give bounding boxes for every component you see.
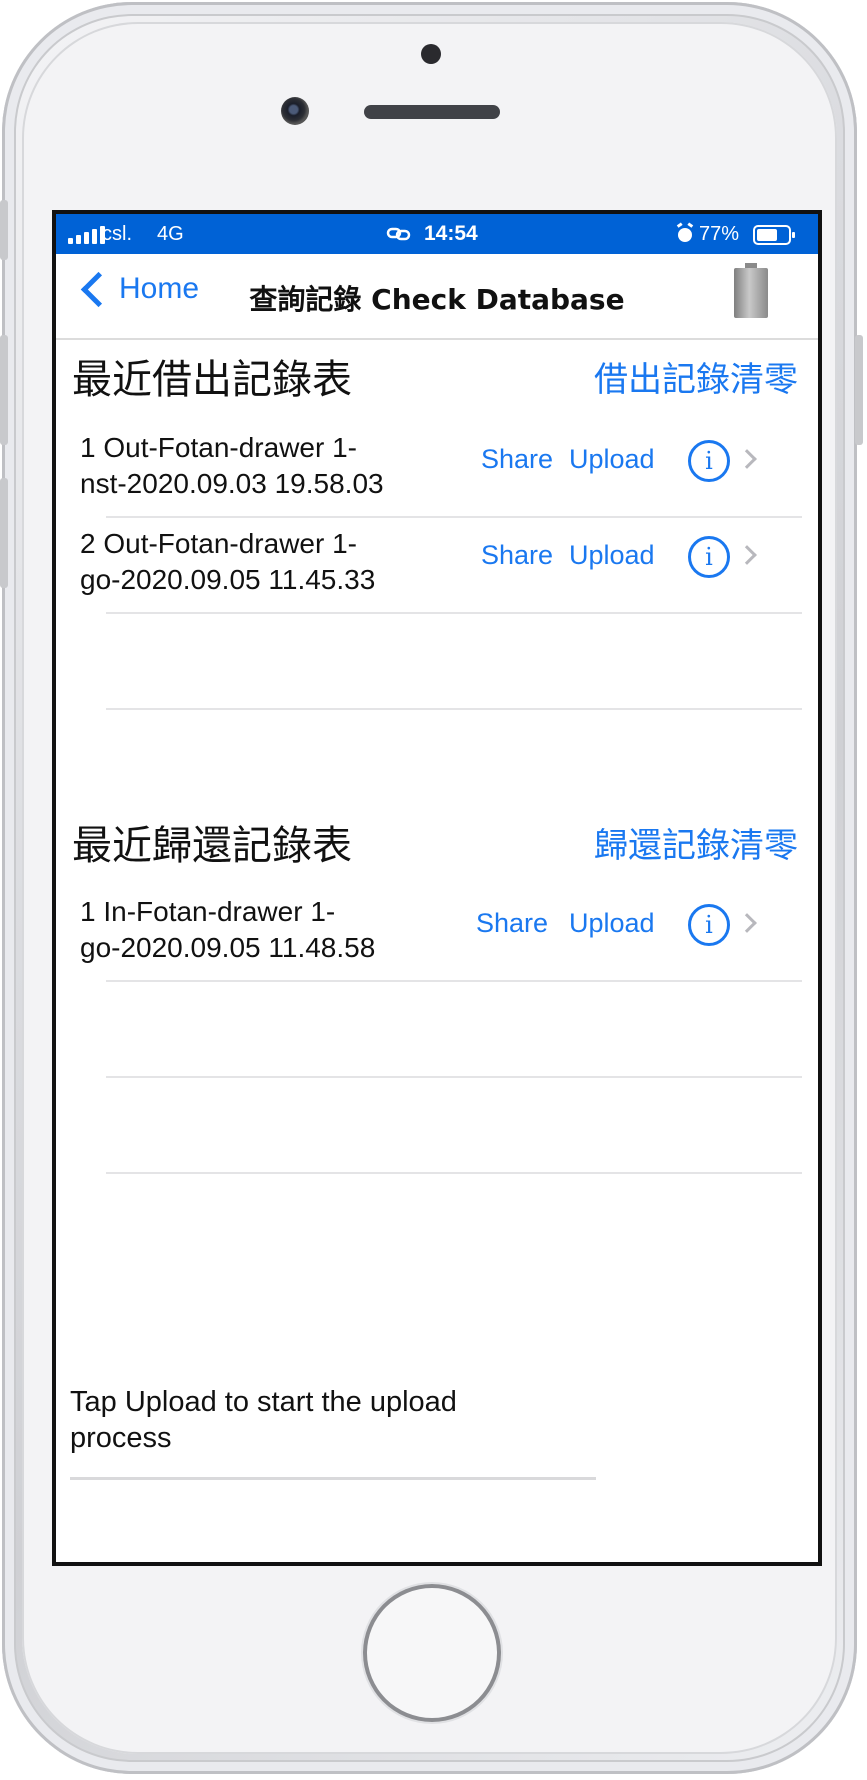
power-button xyxy=(855,335,863,445)
signal-bars-icon xyxy=(68,226,105,244)
info-icon[interactable]: i xyxy=(688,904,730,946)
share-button[interactable]: Share xyxy=(481,444,553,475)
table-row[interactable]: 1 In-Fotan-drawer 1- go-2020.09.05 11.48… xyxy=(56,874,818,982)
navigation-bar: Home 查詢記錄 Check Database xyxy=(56,254,818,340)
battery-nub xyxy=(792,232,795,238)
chevron-right-icon[interactable] xyxy=(737,449,757,469)
clock-time: 14:54 xyxy=(424,222,478,245)
record-name: 1 Out-Fotan-drawer 1- nst-2020.09.03 19.… xyxy=(80,430,420,502)
network-type: 4G xyxy=(157,223,184,245)
status-bar: csl. 4G 14:54 77% xyxy=(56,214,818,254)
record-name-line1: 2 Out-Fotan-drawer 1- xyxy=(80,528,357,559)
checkout-section-title: 最近借出記錄表 xyxy=(72,357,352,403)
earpiece-speaker xyxy=(364,105,500,119)
share-button[interactable]: Share xyxy=(476,908,548,939)
clear-return-button[interactable]: 歸還記錄清零 xyxy=(594,820,798,872)
record-name: 1 In-Fotan-drawer 1- go-2020.09.05 11.48… xyxy=(80,894,420,966)
return-section-header: 最近歸還記錄表 歸還記錄清零 xyxy=(72,820,798,872)
empty-row xyxy=(56,970,818,1078)
info-icon[interactable]: i xyxy=(688,536,730,578)
battery-icon xyxy=(734,263,768,318)
home-button[interactable] xyxy=(363,1584,501,1722)
battery-icon xyxy=(753,225,795,245)
empty-row xyxy=(56,602,818,710)
side-button xyxy=(0,200,8,260)
record-name-line1: 1 In-Fotan-drawer 1- xyxy=(80,896,336,927)
record-name-line1: 1 Out-Fotan-drawer 1- xyxy=(80,432,357,463)
empty-row xyxy=(56,1066,818,1174)
page-title: 查詢記錄 Check Database xyxy=(249,283,625,316)
record-name: 2 Out-Fotan-drawer 1- go-2020.09.05 11.4… xyxy=(80,526,420,598)
share-button[interactable]: Share xyxy=(481,540,553,571)
table-row[interactable]: 2 Out-Fotan-drawer 1- go-2020.09.05 11.4… xyxy=(56,506,818,614)
upload-button[interactable]: Upload xyxy=(569,444,655,475)
record-name-line2: nst-2020.09.03 19.58.03 xyxy=(80,468,384,499)
carrier-name: csl. xyxy=(102,223,132,245)
upload-button[interactable]: Upload xyxy=(569,540,655,571)
table-row[interactable]: 1 Out-Fotan-drawer 1- nst-2020.09.03 19.… xyxy=(56,410,818,518)
upload-button[interactable]: Upload xyxy=(569,908,655,939)
chevron-right-icon[interactable] xyxy=(737,545,757,565)
hint-divider xyxy=(70,1477,596,1480)
chevron-left-icon xyxy=(80,271,117,307)
record-name-line2: go-2020.09.05 11.45.33 xyxy=(80,564,376,595)
checkout-section-header: 最近借出記錄表 借出記錄清零 xyxy=(72,354,798,406)
battery-fill xyxy=(757,229,777,241)
battery-percent: 77% xyxy=(699,223,740,245)
app-screen: csl. 4G 14:54 77% Home 查詢記錄 Check Databa… xyxy=(52,210,822,1566)
row-separator xyxy=(106,1172,802,1174)
info-icon[interactable]: i xyxy=(688,440,730,482)
sensor-dot xyxy=(421,44,441,64)
clear-checkout-button[interactable]: 借出記錄清零 xyxy=(594,354,798,406)
row-separator xyxy=(106,708,802,710)
record-name-line2: go-2020.09.05 11.48.58 xyxy=(80,932,376,963)
volume-down-button xyxy=(0,478,8,588)
volume-up-button xyxy=(0,335,8,445)
front-camera xyxy=(281,97,309,125)
return-section-title: 最近歸還記錄表 xyxy=(72,823,352,869)
upload-hint: Tap Upload to start the upload process xyxy=(70,1386,457,1454)
chevron-right-icon[interactable] xyxy=(737,913,757,933)
